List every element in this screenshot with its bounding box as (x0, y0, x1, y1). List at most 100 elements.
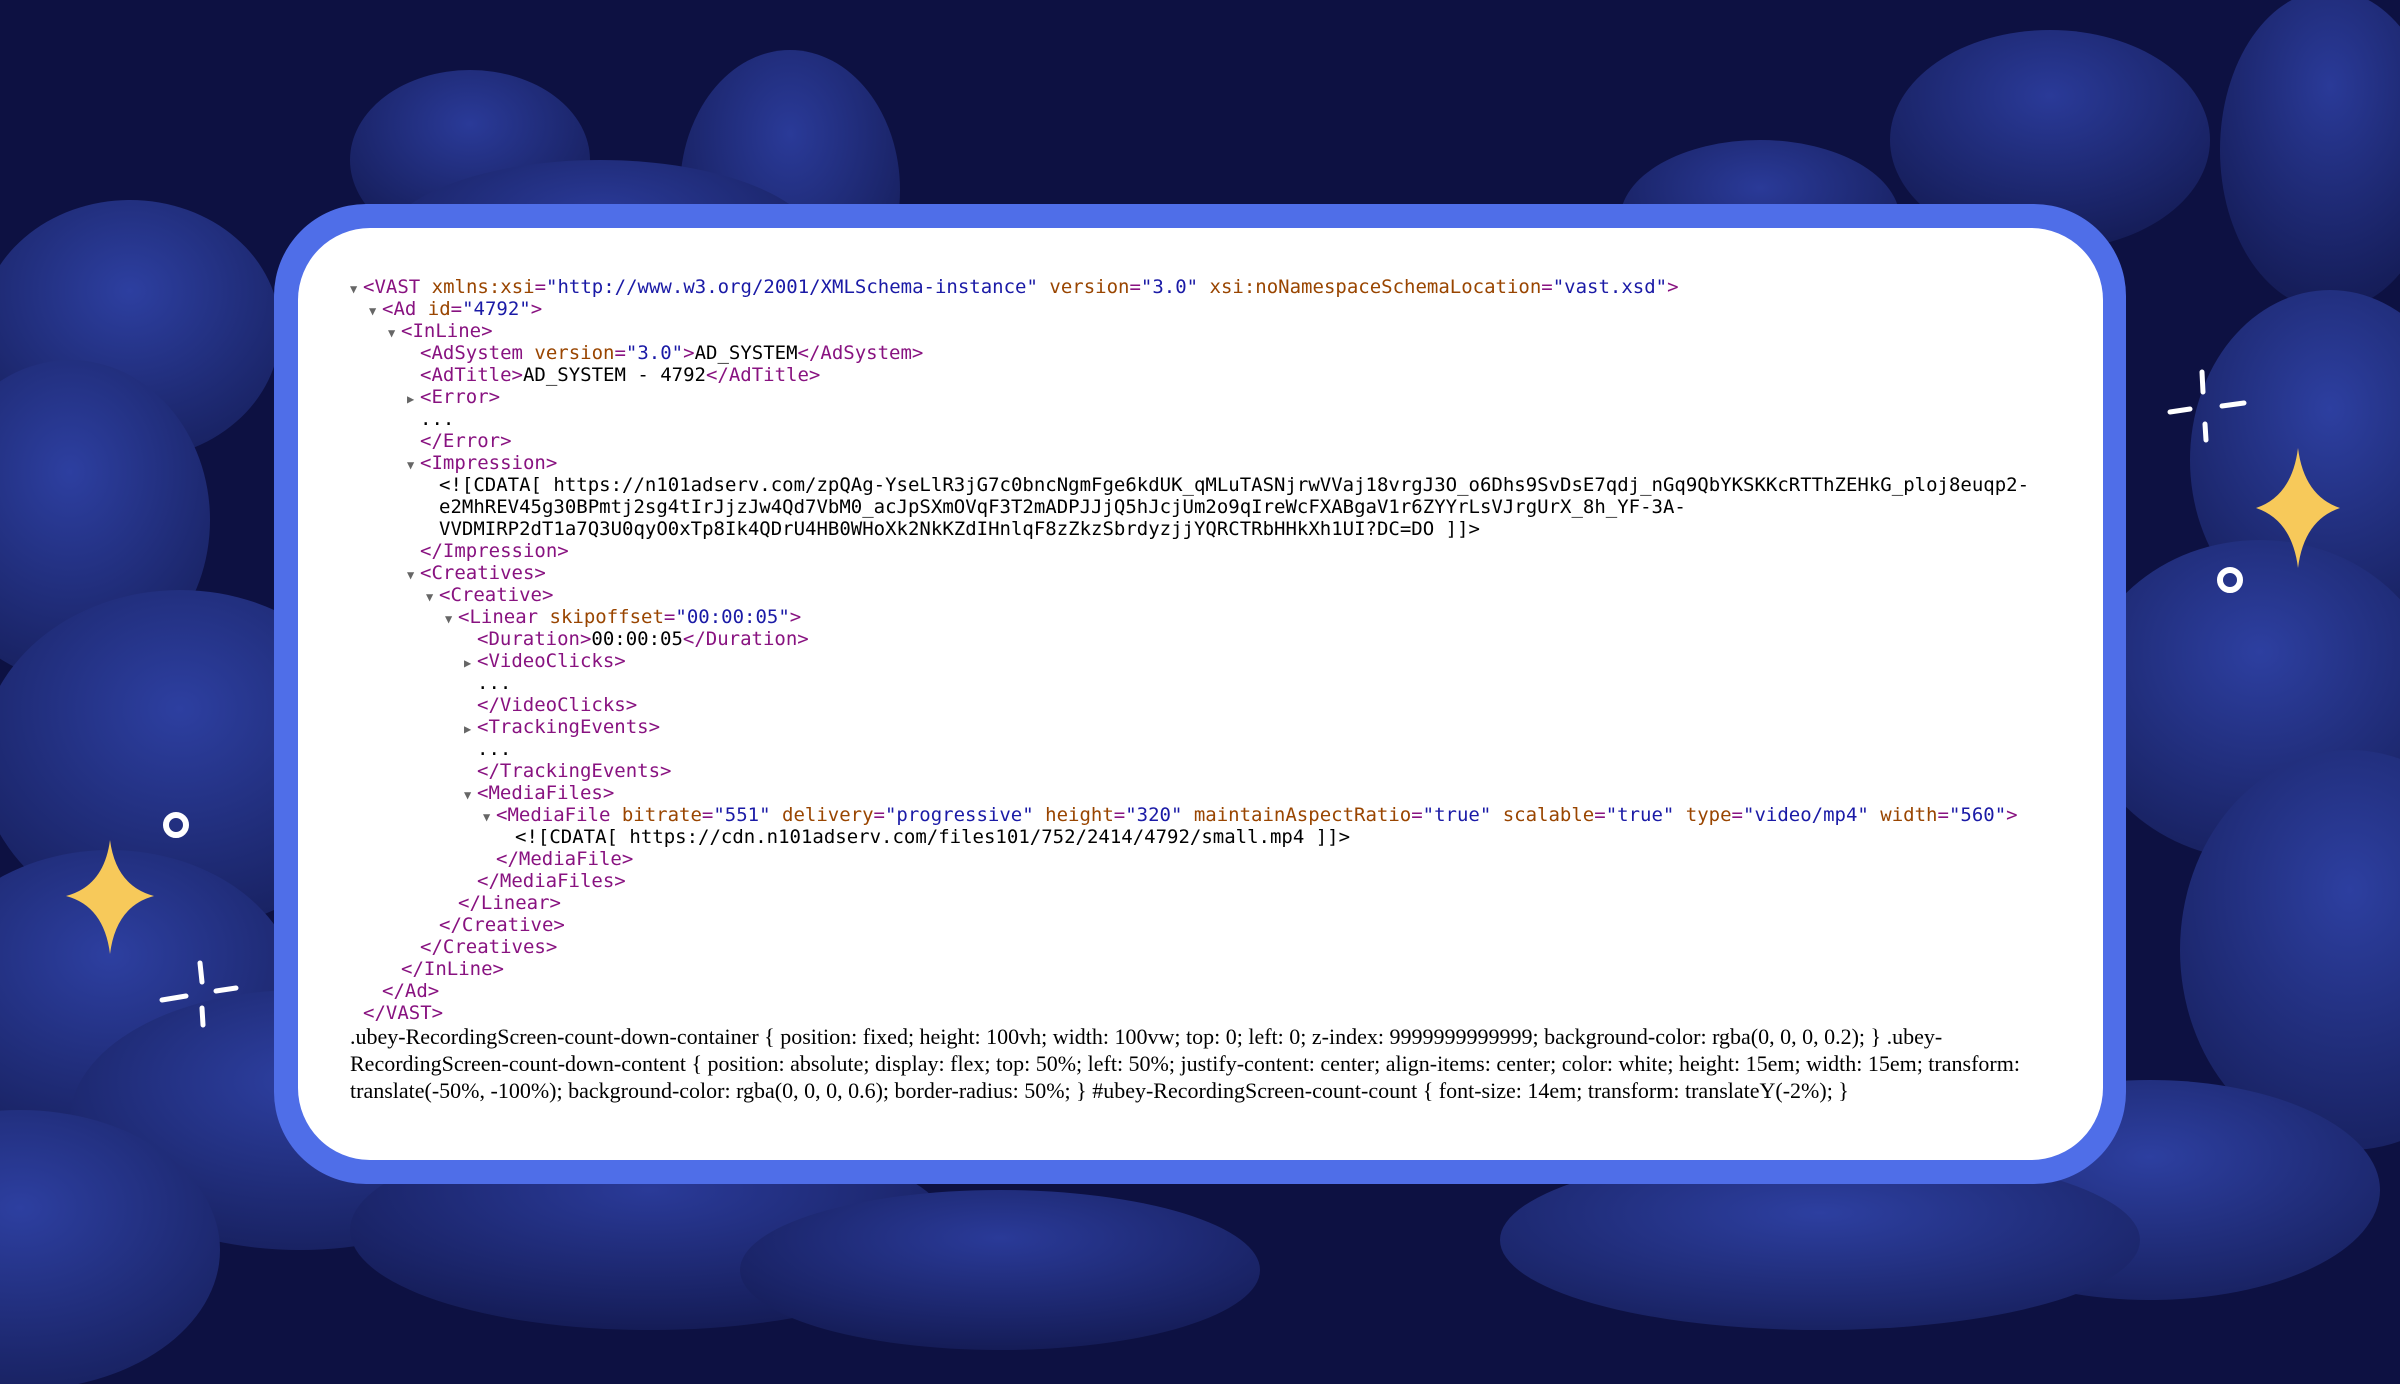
xml-attr-value: "vast.xsd" (1552, 276, 1668, 298)
xml-tag: <VideoClicks> (477, 650, 626, 672)
xml-attr-value: "video/mp4" (1743, 804, 1869, 826)
xml-tag: = (1594, 804, 1606, 826)
xml-line: </InLine> (350, 958, 2073, 980)
xml-tag: </Linear> (458, 892, 561, 914)
xml-attr-value: "551" (713, 804, 771, 826)
xml-line: ... (350, 408, 2073, 430)
xml-attr-value: "560" (1948, 804, 2007, 826)
xml-text: 00:00:05 (591, 628, 683, 650)
xml-text: ... (477, 672, 512, 694)
xml-line: <Duration>00:00:05</Duration> (350, 628, 2073, 650)
xml-line: ... (350, 738, 2073, 760)
xml-tag: </Creatives> (420, 936, 558, 958)
xml-attr-name: type (1674, 804, 1732, 826)
xml-tag: <Error> (420, 386, 501, 408)
collapse-triangle-icon[interactable]: ▼ (445, 608, 458, 630)
xml-attr-name: width (1868, 804, 1938, 826)
xml-tag: <TrackingEvents> (477, 716, 661, 738)
xml-tag: > (2006, 804, 2018, 826)
xml-attr-name: height (1033, 804, 1114, 826)
xml-tag: </AdTitle> (705, 364, 821, 386)
xml-attr-name: scalable (1491, 804, 1595, 826)
xml-tag: </MediaFiles> (477, 870, 626, 892)
xml-text: AD_SYSTEM (694, 342, 798, 364)
xml-tag: <Duration> (477, 628, 592, 650)
xml-line: ▼ <Linear skipoffset="00:00:05"> (350, 606, 2073, 628)
xml-line: <AdTitle>AD_SYSTEM - 4792</AdTitle> (350, 364, 2073, 386)
xml-tag: <AdTitle> (420, 364, 523, 386)
xml-tree: ▼ <VAST xmlns:xsi="http://www.w3.org/2001… (350, 276, 2073, 1024)
xml-attr-name: xmlns:xsi (420, 276, 535, 298)
xml-line: ▼ <Creative> (350, 584, 2073, 606)
xml-tag: </TrackingEvents> (477, 760, 672, 782)
xml-line: <![CDATA[ https://cdn.n101adserv.com/fil… (350, 826, 2073, 848)
xml-tag: </Impression> (420, 540, 569, 562)
xml-line: ▶ <TrackingEvents> (350, 716, 2073, 738)
xml-tag: <Ad (382, 298, 417, 320)
collapse-triangle-icon[interactable]: ▼ (350, 278, 363, 300)
xml-text: <![CDATA[ https://n101adserv.com/zpQAg-Y… (439, 474, 2030, 496)
xml-line: ▼ <VAST xmlns:xsi="http://www.w3.org/2001… (350, 276, 2073, 298)
xml-attr-name: bitrate (610, 804, 702, 826)
xml-line: ▶ <Error> (350, 386, 2073, 408)
xml-line: </Error> (350, 430, 2073, 452)
xml-line: ▼ <MediaFiles> (350, 782, 2073, 804)
xml-tag: > (683, 342, 695, 364)
expand-triangle-icon[interactable]: ▶ (407, 388, 420, 410)
collapse-triangle-icon[interactable]: ▼ (369, 300, 382, 322)
xml-tag: </MediaFile> (496, 848, 634, 870)
xml-tag: <Creatives> (420, 562, 546, 584)
collapse-triangle-icon[interactable]: ▼ (407, 564, 420, 586)
xml-tag: = (1411, 804, 1423, 826)
xml-tag: = (701, 804, 714, 826)
xml-text: e2MhREV45g30BPmtj2sg4tIrJjzJw4Qd7VbM0_ac… (439, 496, 1686, 518)
xml-attr-value: "4792" (462, 298, 531, 320)
expand-triangle-icon[interactable]: ▶ (464, 652, 477, 674)
collapse-triangle-icon[interactable]: ▼ (483, 806, 496, 828)
xml-line: </VideoClicks> (350, 694, 2073, 716)
xml-line: </Creatives> (350, 936, 2073, 958)
xml-line: </Creative> (350, 914, 2073, 936)
xml-line: ▼ <MediaFile bitrate="551" delivery="prog… (350, 804, 2073, 826)
xml-line: ▼ <Creatives> (350, 562, 2073, 584)
xml-tag: <Linear (458, 606, 539, 628)
xml-text: <![CDATA[ https://cdn.n101adserv.com/fil… (515, 826, 1351, 848)
xml-tag: = (663, 606, 676, 628)
xml-attr-value: "true" (1422, 804, 1492, 826)
xml-attr-name: xsi:noNamespaceSchemaLocation (1198, 276, 1542, 298)
xml-line: </MediaFiles> (350, 870, 2073, 892)
xml-attr-name: maintainAspectRatio (1182, 804, 1412, 826)
xml-attr-value: "3.0" (1140, 276, 1199, 298)
xml-tag: = (1113, 804, 1126, 826)
xml-attr-value: "http://www.w3.org/2001/XMLSchema-instan… (546, 276, 1038, 298)
xml-tag: = (1731, 804, 1743, 826)
xml-tag: <VAST (363, 276, 421, 298)
xml-tag: > (530, 298, 543, 320)
xml-text: VVDMIRP2dT1a7Q3U0qyO0xTp8Ik4QDrU4HB0WHoX… (439, 518, 1480, 540)
collapse-triangle-icon[interactable]: ▼ (464, 784, 477, 806)
xml-line: </Linear> (350, 892, 2073, 914)
xml-attr-value: "progressive" (884, 804, 1034, 826)
xml-tag: </Creative> (439, 914, 565, 936)
xml-text: ... (477, 738, 512, 760)
xml-tag: </InLine> (401, 958, 504, 980)
xml-line: </Ad> (350, 980, 2073, 1002)
xml-tag: </Error> (420, 430, 512, 452)
xml-line: ... (350, 672, 2073, 694)
xml-tag: </VideoClicks> (477, 694, 638, 716)
xml-tag: = (534, 276, 547, 298)
xml-tag: <Creative> (439, 584, 554, 606)
xml-tag: </VAST> (363, 1002, 444, 1024)
injected-css-text: .ubey-RecordingScreen-count-down-contain… (350, 1024, 2020, 1103)
xml-line: ▶ <VideoClicks> (350, 650, 2073, 672)
xml-attr-name: delivery (770, 804, 874, 826)
collapse-triangle-icon[interactable]: ▼ (388, 322, 401, 344)
collapse-triangle-icon[interactable]: ▼ (407, 454, 420, 476)
collapse-triangle-icon[interactable]: ▼ (426, 586, 439, 608)
xml-tag: <MediaFile (496, 804, 611, 826)
expand-triangle-icon[interactable]: ▶ (464, 718, 477, 740)
xml-tag: <AdSystem (420, 342, 523, 364)
xml-attr-name: version (1037, 276, 1130, 298)
xml-line: ▼ <Ad id="4792"> (350, 298, 2073, 320)
xml-tag: </Duration> (682, 628, 809, 650)
